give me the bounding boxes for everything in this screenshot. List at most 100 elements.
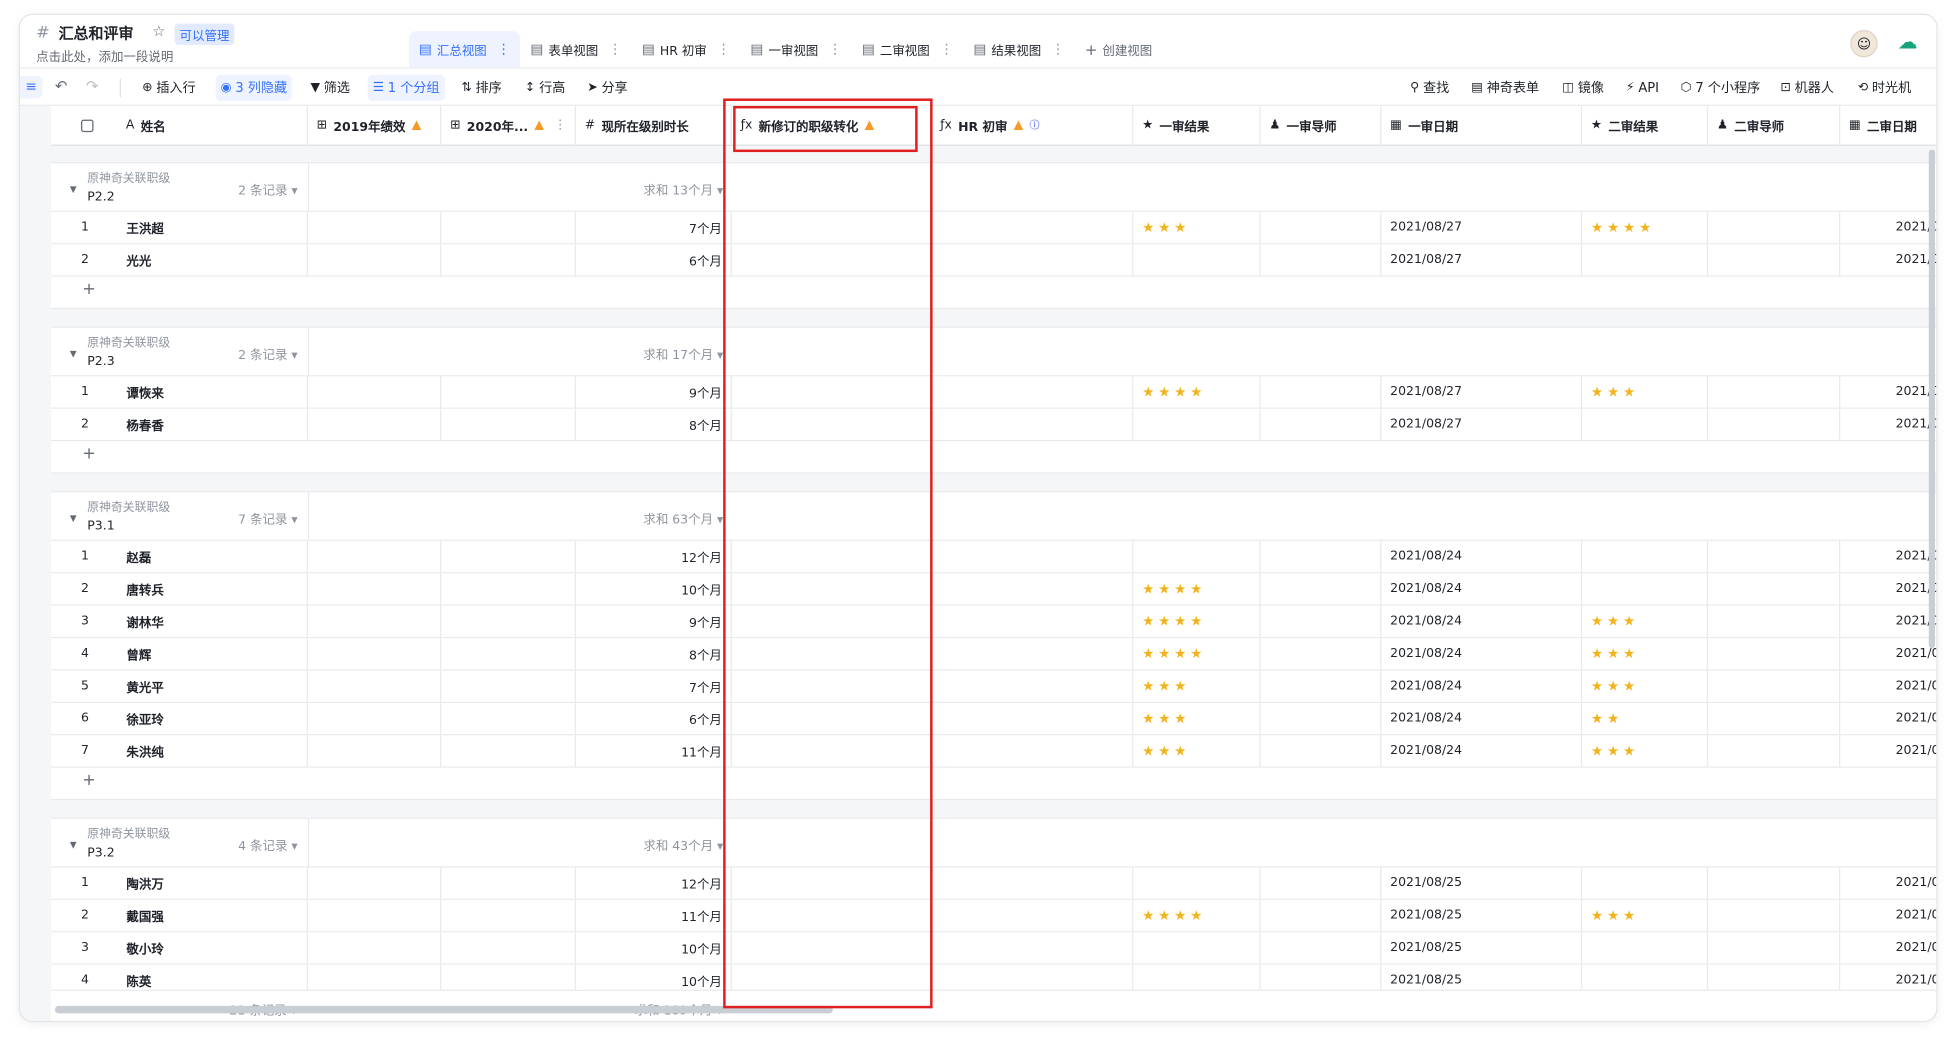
table-cell[interactable]: 2021/09/03 [1840, 541, 1937, 572]
table-cell[interactable]: 3 敬小玲 [51, 932, 308, 964]
table-row[interactable]: 1 赵磊 12个月 2021/08/24 2021/09/03 [51, 540, 1937, 574]
table-cell[interactable] [1261, 867, 1382, 899]
table-cell[interactable]: 2021/08/27 [1381, 408, 1583, 440]
table-cell[interactable]: 2 戴国强 [51, 899, 308, 932]
table-cell[interactable]: ★★★★ [1582, 211, 1709, 244]
table-cell[interactable] [1708, 638, 1841, 670]
table-cell[interactable] [1261, 244, 1382, 276]
table-cell[interactable] [441, 540, 577, 573]
tab-view-5[interactable]: ▤ 结果视图 ⋮ [963, 31, 1074, 67]
more-icon[interactable]: ⋮ [554, 118, 566, 132]
table-cell[interactable] [441, 376, 577, 408]
horizontal-scrollbar[interactable] [54, 1005, 833, 1014]
table-cell[interactable]: 1 王洪超 [51, 211, 308, 244]
table-cell[interactable]: 2021/08/24 [1381, 540, 1583, 573]
mirror-button[interactable]: ◫ 镜像 [1557, 75, 1609, 101]
cloud-sync-icon[interactable]: ☁ [1898, 30, 1918, 54]
table-cell[interactable]: 1 陶洪万 [51, 867, 308, 899]
table-cell[interactable]: 2021/08/30 [1840, 409, 1937, 440]
table-cell[interactable] [441, 573, 577, 605]
table-cell[interactable]: 2021/09/01 [1840, 606, 1937, 637]
table-cell[interactable]: 2021/09/01 [1840, 671, 1937, 702]
insert-row-button[interactable]: ⊕ 插入行 [137, 75, 200, 101]
table-cell[interactable]: 12个月 [576, 867, 732, 899]
table-cell[interactable]: 2021/08/24 [1381, 670, 1583, 702]
mini-apps-button[interactable]: ⬡ 7 个小程序 [1676, 75, 1765, 101]
table-cell[interactable] [308, 605, 442, 637]
table-cell[interactable]: 2021/08/27 [1381, 376, 1583, 408]
table-cell[interactable] [308, 670, 442, 702]
table-cell[interactable] [308, 899, 442, 932]
table-cell[interactable] [441, 211, 577, 244]
table-cell[interactable]: 2021/08/25 [1381, 899, 1583, 932]
permission-badge[interactable]: 可以管理 [174, 23, 235, 45]
table-row[interactable]: 3 谢林华 9个月 ★★★★ 2021/08/24 ★★★ 2021/09/01 [51, 605, 1937, 639]
table-cell[interactable] [441, 670, 577, 702]
table-cell[interactable] [441, 605, 577, 637]
table-cell[interactable]: 2021/08/30 [1840, 212, 1937, 243]
group-sum[interactable]: 求和 43个月 ▾ [643, 835, 723, 854]
table-cell[interactable] [1708, 244, 1841, 276]
table-cell[interactable]: 4 曾辉 [51, 638, 308, 670]
table-cell[interactable] [441, 244, 577, 276]
table-cell[interactable] [308, 932, 442, 964]
table-cell[interactable] [931, 376, 1134, 408]
table-cell[interactable] [1708, 702, 1841, 735]
group-sum[interactable]: 求和 63个月 ▾ [643, 509, 723, 528]
api-button[interactable]: ⚡ API [1621, 75, 1664, 101]
table-row[interactable]: 1 王洪超 7个月 ★★★ 2021/08/27 ★★★★ 2021/08/30 [51, 211, 1937, 245]
table-cell[interactable] [1708, 573, 1841, 605]
table-cell[interactable] [441, 899, 577, 932]
group-sum[interactable]: 求和 17个月 ▾ [643, 344, 723, 363]
table-cell[interactable]: 6 徐亚玲 [51, 702, 308, 735]
table-cell[interactable] [441, 408, 577, 440]
table-cell[interactable]: 2021/08/27 [1381, 244, 1583, 276]
table-cell[interactable] [732, 408, 932, 440]
table-cell[interactable] [732, 540, 932, 573]
table-cell[interactable]: 2021/09/03 [1840, 900, 1937, 931]
more-icon[interactable]: ⋮ [717, 41, 731, 57]
table-cell[interactable]: 2021/08/30 [1840, 376, 1937, 407]
group-sum[interactable]: 求和 13个月 ▾ [643, 179, 723, 198]
table-cell[interactable]: 11个月 [576, 735, 732, 767]
table-cell[interactable] [732, 211, 932, 244]
table-cell[interactable] [1582, 867, 1709, 899]
column-header-3[interactable]: # 现所在级别时长 [576, 105, 732, 145]
group-record-count[interactable]: 2 条记录 ▾ [238, 344, 298, 363]
undo-icon[interactable]: ↶ [55, 77, 68, 94]
time-machine-button[interactable]: ⟲ 时光机 [1853, 75, 1916, 101]
table-cell[interactable] [1261, 376, 1382, 408]
column-header-0[interactable]: A 姓名 [51, 105, 308, 145]
more-icon[interactable]: ⋮ [940, 41, 954, 57]
table-cell[interactable] [308, 408, 442, 440]
tab-view-0[interactable]: ▤ 汇总视图 ⋮ [408, 31, 521, 68]
table-cell[interactable]: ★★★ [1582, 638, 1709, 670]
table-cell[interactable]: ★★★★ [1133, 573, 1261, 605]
table-cell[interactable] [1261, 211, 1382, 244]
add-row-button[interactable]: + [51, 767, 1937, 801]
table-cell[interactable]: 2021/08/24 [1381, 735, 1583, 767]
table-cell[interactable] [931, 408, 1134, 440]
table-cell[interactable]: ★★★★ [1133, 899, 1261, 932]
table-cell[interactable]: 2021/09/01 [1840, 735, 1937, 766]
table-cell[interactable]: 2 唐转兵 [51, 573, 308, 605]
create-view-button[interactable]: + 创建视图 [1075, 31, 1162, 67]
table-cell[interactable] [441, 638, 577, 670]
table-cell[interactable]: ★★★★ [1133, 376, 1261, 408]
table-row[interactable]: 5 黄光平 7个月 ★★★ 2021/08/24 ★★★ 2021/09/01 [51, 670, 1937, 703]
tab-view-4[interactable]: ▤ 二审视图 ⋮ [852, 31, 963, 67]
group-header[interactable]: ▼ 原神奇关联职级 P2.3 2 条记录 ▾ 求和 17个月 ▾ [51, 326, 1937, 377]
add-row-button[interactable]: + [51, 276, 1937, 310]
table-cell[interactable]: ★★★ [1133, 702, 1261, 735]
table-cell[interactable]: ★★★ [1582, 376, 1709, 408]
collapse-triangle-icon[interactable]: ▼ [70, 349, 77, 359]
table-row[interactable]: 2 杨春香 8个月 2021/08/27 2021/08/30 [51, 408, 1937, 442]
more-icon[interactable]: ⋮ [497, 41, 511, 57]
group-header[interactable]: ▼ 原神奇关联职级 P2.2 2 条记录 ▾ 求和 13个月 ▾ [51, 162, 1937, 212]
table-cell[interactable] [1261, 408, 1382, 440]
table-cell[interactable]: 9个月 [576, 605, 732, 637]
table-row[interactable]: 2 光光 6个月 2021/08/27 2021/08/30 [51, 244, 1937, 277]
add-row-button[interactable]: + [51, 441, 1937, 474]
table-cell[interactable] [931, 638, 1134, 670]
table-cell[interactable] [1708, 408, 1841, 440]
